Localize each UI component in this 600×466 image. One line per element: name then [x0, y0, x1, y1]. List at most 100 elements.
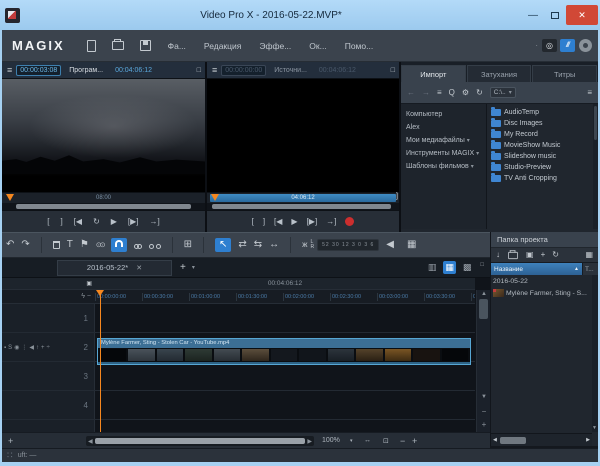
source-current-timecode[interactable]: 00:00:00:00	[221, 64, 267, 76]
maximize-button[interactable]	[544, 6, 566, 24]
folder-item[interactable]: Slideshow music	[491, 151, 593, 162]
link-tracks-icon[interactable]: ▣	[86, 281, 92, 287]
scroll-down-icon[interactable]: ▼	[477, 394, 491, 400]
mouse-mode-exchange-icon[interactable]: ⇆	[254, 240, 262, 250]
track-header-3[interactable]: 3	[2, 362, 95, 390]
minimize-button[interactable]: —	[522, 6, 544, 24]
storyboard-view-icon[interactable]: ▩	[461, 261, 474, 274]
connect-button[interactable]	[579, 39, 592, 52]
close-button[interactable]: ✕	[566, 5, 598, 25]
tree-item-media[interactable]: Мои медиафайлы ▾	[406, 134, 486, 147]
scrollbar-thumb[interactable]	[479, 299, 488, 319]
record-button[interactable]	[345, 217, 355, 226]
titlebar[interactable]: Video Pro X - 2016-05-22.MVP* — ✕	[0, 0, 600, 30]
timeline-scrollbar-horizontal[interactable]: ◀ ▶	[86, 436, 314, 446]
set-in-button[interactable]: [	[47, 217, 49, 226]
zoom-in-icon[interactable]: +	[412, 436, 417, 446]
tab-import[interactable]: Импорт	[401, 65, 466, 82]
tree-item-tools[interactable]: Инструменты MAGIX ▾	[406, 147, 486, 160]
program-scrollbar-thumb[interactable]	[16, 204, 191, 209]
save-icon[interactable]	[139, 40, 151, 51]
list-view-icon[interactable]: ≡	[587, 88, 592, 97]
tree-item-templates[interactable]: Шаблоны фильмов ▾	[406, 160, 486, 173]
view-grid-icon[interactable]: ▦	[585, 251, 593, 259]
source-scrollbar[interactable]	[207, 203, 399, 210]
scrollbar-thumb[interactable]	[94, 438, 306, 444]
project-scrollbar-horizontal[interactable]: ◀ ▶	[491, 433, 592, 446]
burn-disc-button[interactable]: ◎	[542, 39, 557, 52]
playhead-marker[interactable]	[96, 290, 104, 296]
program-video-preview[interactable]	[2, 79, 205, 192]
redo-icon[interactable]: ↷	[21, 240, 29, 250]
zoom-out-vertical-icon[interactable]: −	[477, 408, 491, 416]
back-icon[interactable]: ←	[407, 88, 415, 97]
ungroup-icon[interactable]	[148, 236, 161, 254]
zoom-in-vertical-icon[interactable]: +	[477, 421, 491, 429]
tab-list-chevron-icon[interactable]: ▾	[192, 264, 195, 271]
set-out-button[interactable]: ]	[263, 217, 265, 226]
close-tab-icon[interactable]: ✕	[136, 264, 142, 272]
track-row-3[interactable]: 3	[2, 362, 475, 391]
program-current-timecode[interactable]: 00:00:03:08	[16, 64, 62, 76]
save-icon[interactable]: ▣	[526, 251, 534, 259]
zoom-level[interactable]: 100%	[322, 437, 340, 444]
source-video-preview[interactable]	[207, 79, 399, 192]
track-header-4[interactable]: 4	[2, 391, 95, 419]
speaker-icon[interactable]: ◀	[386, 240, 394, 250]
program-scrub-marker[interactable]	[6, 194, 14, 201]
scroll-right-icon[interactable]: ▶	[305, 438, 314, 445]
marker-icon[interactable]: ⚑	[80, 240, 89, 250]
track-header-1[interactable]: 1	[2, 304, 95, 332]
scroll-up-icon[interactable]: ▲	[477, 291, 491, 297]
folder-item[interactable]: Disc Images	[491, 118, 593, 129]
detach-monitor-icon[interactable]: □	[197, 67, 201, 74]
snap-magnet-icon[interactable]	[110, 238, 127, 252]
add-track-icon[interactable]: +	[8, 436, 13, 446]
play-range-button[interactable]: [▶]	[128, 217, 139, 226]
scene-view-icon[interactable]: ▥	[426, 261, 439, 274]
audio-fader-icon[interactable]: ж	[302, 241, 307, 249]
project-row-group[interactable]: 2016-05-22	[491, 275, 598, 287]
menu-file[interactable]: Фа...	[159, 41, 195, 51]
search-icon[interactable]: Q	[449, 88, 455, 97]
mouse-mode-object-icon[interactable]: ⇄	[238, 240, 246, 250]
mouse-mode-icon[interactable]: ↖	[214, 238, 232, 252]
jump-end-button[interactable]: →]	[326, 217, 336, 226]
track-control-icons[interactable]: ▪S◉⋮◀↑+÷	[2, 344, 52, 351]
jump-start-button[interactable]: [◀	[74, 217, 82, 226]
jump-start-button[interactable]: [◀	[274, 217, 282, 226]
folder-item[interactable]: Studio-Preview	[491, 162, 593, 173]
tree-item-user[interactable]: Alex	[406, 121, 486, 134]
tree-item-computer[interactable]: Компьютер	[406, 108, 486, 121]
mixer-icon[interactable]: ▦	[407, 240, 416, 250]
tree-view-icon[interactable]: ≡	[437, 88, 442, 97]
folder-item[interactable]: TV Anti Cropping	[491, 173, 593, 184]
playhead[interactable]	[96, 290, 104, 432]
track-row-4[interactable]: 4	[2, 391, 475, 420]
menu-help[interactable]: Помо...	[336, 41, 383, 51]
project-row-clip[interactable]: Mylène Farmer, Sting - S...	[491, 287, 598, 299]
set-in-button[interactable]: [	[252, 217, 254, 226]
scrollbar-thumb[interactable]	[594, 106, 597, 140]
minus-icon[interactable]: −	[87, 293, 91, 300]
source-scrub-marker[interactable]	[211, 194, 219, 201]
refresh-icon[interactable]: ↻	[552, 251, 559, 259]
detach-monitor-icon[interactable]: □	[391, 67, 395, 74]
new-folder-icon[interactable]: +	[541, 251, 546, 259]
title-text-icon[interactable]: T	[67, 240, 73, 250]
folder-item[interactable]: AudioTemp	[491, 107, 593, 118]
new-tab-icon[interactable]: +	[180, 262, 186, 273]
menu-window[interactable]: Ок...	[300, 41, 335, 51]
optimize-view-icon[interactable]: ⊙⊙	[96, 242, 106, 249]
jump-end-button[interactable]: →]	[150, 217, 160, 226]
menu-effects[interactable]: Эффе...	[250, 41, 300, 51]
open-folder-icon[interactable]	[111, 39, 124, 50]
zoom-dropdown-icon[interactable]: ▾	[350, 438, 353, 444]
fit-width-icon[interactable]: ↔	[364, 437, 371, 444]
play-button[interactable]: ▶	[111, 217, 117, 226]
import-icon[interactable]: ↓	[496, 251, 500, 259]
source-scrollbar-thumb[interactable]	[212, 204, 391, 209]
automation-icon[interactable]: ϟ	[81, 293, 85, 300]
path-dropdown[interactable]: C:\.. ▾	[489, 87, 516, 98]
insert-mode-icon[interactable]: ⊞	[184, 240, 192, 250]
